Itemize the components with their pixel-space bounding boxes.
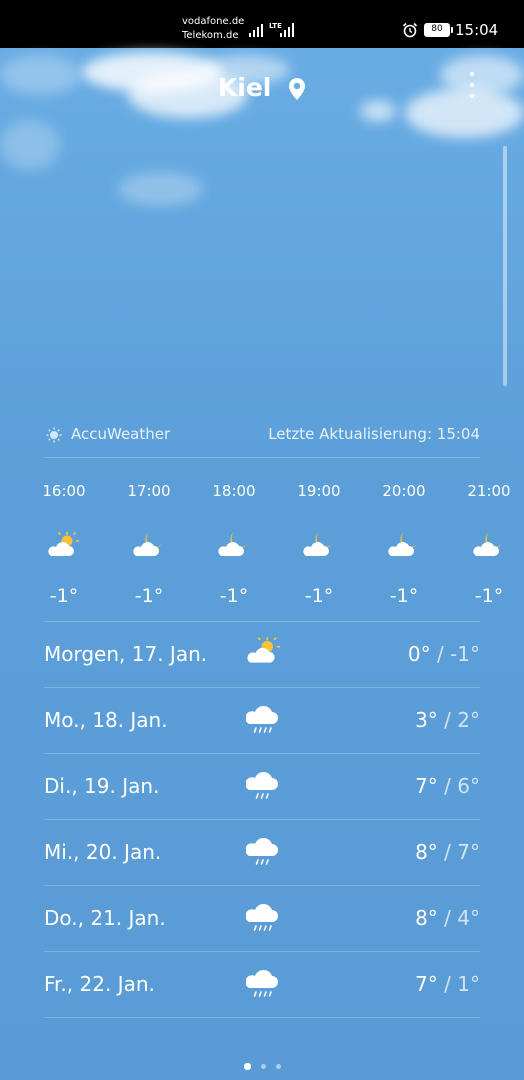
- divider: [44, 457, 480, 458]
- hour-time: 17:00: [127, 482, 171, 500]
- signal-icon: [249, 24, 263, 37]
- partly-sunny-icon: [39, 530, 89, 564]
- rain-icon: [245, 767, 280, 807]
- rain-icon: [245, 833, 280, 873]
- day-label: Mo., 18. Jan.: [44, 708, 168, 732]
- temp-low: -1°: [450, 642, 480, 666]
- partly-sunny-icon: [246, 635, 282, 671]
- battery-indicator: 80: [424, 23, 453, 37]
- temp-separator: /: [437, 774, 458, 798]
- day-row[interactable]: Do., 21. Jan. 8° / 4°: [44, 886, 480, 952]
- hour-time: 16:00: [42, 482, 86, 500]
- divider: [44, 1017, 480, 1018]
- status-time: 15:04: [455, 21, 499, 39]
- status-bar: vodafone.de Telekom.de LTE 80 15:04: [0, 0, 524, 48]
- rain-icon: [245, 899, 280, 939]
- day-row[interactable]: Mi., 20. Jan. 8° / 7°: [44, 820, 480, 886]
- day-row[interactable]: Di., 19. Jan. 7° / 6°: [44, 754, 480, 820]
- carrier-2: Telekom.de: [182, 30, 239, 41]
- hour-temp: -1°: [134, 585, 164, 607]
- temp-low: 1°: [457, 972, 480, 996]
- carrier-names: vodafone.de Telekom.de: [182, 15, 244, 43]
- sun-icon: [46, 427, 62, 443]
- cloud-decoration: [118, 172, 203, 206]
- day-temp: 7° / 6°: [415, 774, 480, 798]
- cloud-decoration: [360, 100, 396, 122]
- page-indicator[interactable]: [0, 1054, 524, 1073]
- cloud-decoration: [0, 120, 60, 170]
- temp-separator: /: [437, 708, 458, 732]
- temp-separator: /: [437, 972, 458, 996]
- day-label: Mi., 20. Jan.: [44, 840, 162, 864]
- day-label: Di., 19. Jan.: [44, 774, 160, 798]
- hour-time: 18:00: [212, 482, 256, 500]
- day-label: Morgen, 17. Jan.: [44, 642, 208, 666]
- hour-time: 19:00: [297, 482, 341, 500]
- day-temp: 7° / 1°: [415, 972, 480, 996]
- partly-cloudy-night-icon: [209, 530, 259, 564]
- page-dot[interactable]: [275, 1064, 281, 1069]
- page-dot[interactable]: [260, 1064, 266, 1069]
- signal-icon-2: [280, 23, 294, 37]
- alarm-icon: [402, 22, 418, 38]
- hour-time: 20:00: [382, 482, 426, 500]
- partly-cloudy-night-icon: [464, 530, 514, 564]
- hour-temp: -1°: [389, 585, 419, 607]
- carrier-1: vodafone.de: [182, 16, 245, 27]
- page-dot[interactable]: [243, 1063, 251, 1070]
- day-row[interactable]: Mo., 18. Jan. 3° / 2°: [44, 688, 480, 754]
- temp-low: 4°: [457, 906, 480, 930]
- temp-low: 7°: [457, 840, 480, 864]
- hour-temp: -1°: [219, 585, 249, 607]
- day-temp: 0° / -1°: [408, 642, 480, 666]
- day-row[interactable]: Fr., 22. Jan. 7° / 1°: [44, 952, 480, 1018]
- day-temp: 3° / 2°: [415, 708, 480, 732]
- hour-temp: -1°: [49, 585, 79, 607]
- temp-high: 7°: [415, 972, 438, 996]
- hour-temp: -1°: [474, 585, 504, 607]
- day-label: Do., 21. Jan.: [44, 906, 166, 930]
- partly-cloudy-night-icon: [379, 530, 429, 564]
- scrollbar[interactable]: [503, 146, 507, 386]
- city-header[interactable]: Kiel: [0, 73, 524, 102]
- hour-time: 21:00: [467, 482, 511, 500]
- temp-separator: /: [437, 906, 458, 930]
- source-name[interactable]: AccuWeather: [71, 425, 170, 443]
- temp-separator: /: [437, 840, 458, 864]
- temp-high: 0°: [407, 642, 431, 666]
- temp-high: 8°: [415, 840, 438, 864]
- more-vertical-icon[interactable]: [468, 72, 476, 105]
- rain-icon: [245, 701, 280, 741]
- last-updated: Letzte Aktualisierung: 15:04: [268, 425, 480, 443]
- day-temp: 8° / 4°: [415, 906, 480, 930]
- rain-icon: [245, 965, 280, 1005]
- temp-separator: /: [430, 642, 451, 666]
- day-label: Fr., 22. Jan.: [44, 972, 155, 996]
- location-pin-icon: [289, 78, 306, 100]
- temp-high: 3°: [415, 708, 438, 732]
- temp-low: 6°: [457, 774, 480, 798]
- partly-cloudy-night-icon: [294, 530, 344, 564]
- city-name: Kiel: [217, 73, 272, 102]
- day-temp: 8° / 7°: [415, 840, 480, 864]
- day-row[interactable]: Morgen, 17. Jan. 0° / -1°: [44, 622, 480, 688]
- temp-low: 2°: [457, 708, 480, 732]
- temp-high: 7°: [415, 774, 438, 798]
- hour-temp: -1°: [304, 585, 334, 607]
- temp-high: 8°: [415, 906, 438, 930]
- partly-cloudy-night-icon: [124, 530, 174, 564]
